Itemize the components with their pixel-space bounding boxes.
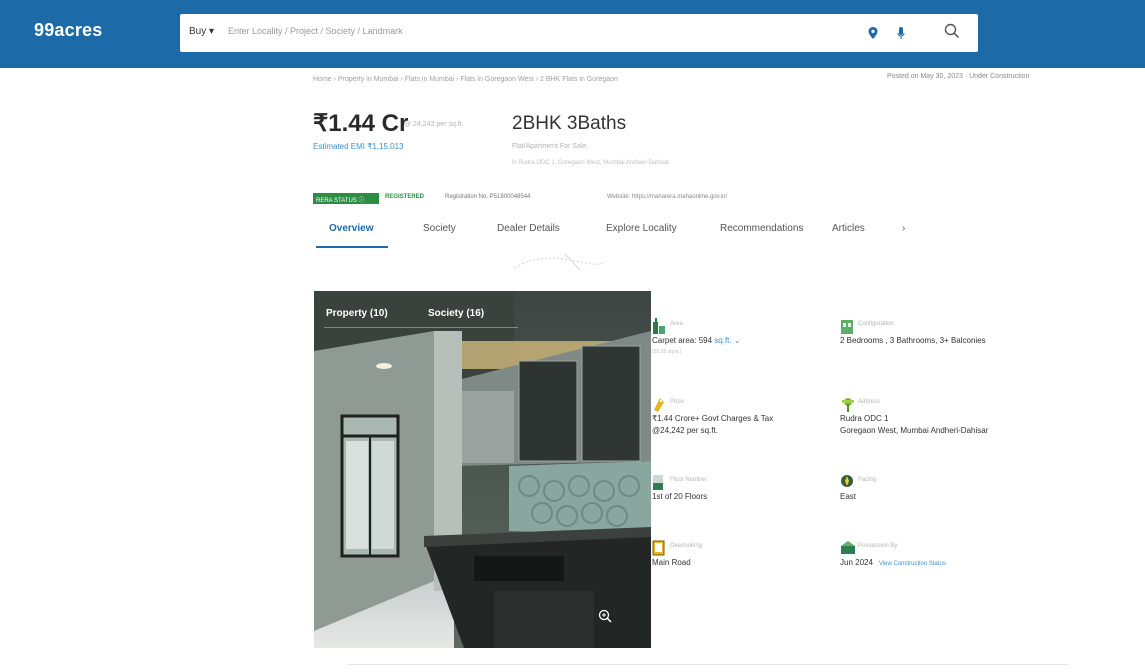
microphone-icon[interactable]: [897, 26, 905, 44]
info-icon: ⓘ: [358, 198, 365, 204]
gallery-tab-divider: [324, 327, 518, 328]
tab-overview[interactable]: Overview: [329, 223, 373, 234]
property-location-line: in Rudra ODC 1, Goregaon West, Mumbai An…: [512, 160, 670, 166]
search-bar[interactable]: Buy ▾ Enter Locality / Project / Society…: [180, 14, 978, 52]
area-unit-dropdown[interactable]: sq.ft. ⌄: [714, 336, 740, 345]
tab-dealer-details[interactable]: Dealer Details: [497, 223, 560, 234]
view-construction-status-link[interactable]: View Construction Status: [879, 561, 946, 567]
tab-society[interactable]: Society: [423, 223, 456, 234]
price-detail-per-sqft: @24,242 per sq.ft.: [652, 426, 718, 435]
address-label: Address: [858, 399, 881, 405]
chevron-right-icon[interactable]: ›: [902, 223, 905, 234]
rera-website[interactable]: Website: https://maharera.mahaonline.gov…: [607, 194, 727, 200]
property-details: Area Carpet area: 594 sq.ft. ⌄ (55.18 sq…: [652, 318, 1072, 578]
rera-status-badge[interactable]: RERA STATUS ⓘ: [313, 193, 379, 204]
rera-status-label: RERA STATUS: [316, 198, 357, 204]
tab-explore-locality[interactable]: Explore Locality: [606, 223, 677, 234]
area-value: Carpet area: 594 sq.ft. ⌄: [652, 336, 741, 345]
search-input[interactable]: Enter Locality / Project / Society / Lan…: [228, 26, 403, 36]
registration-number: Registration No. P51800048544: [445, 194, 531, 200]
posted-status: Posted on May 30, 2023 · Under Construct…: [887, 73, 1030, 80]
tab-articles[interactable]: Articles: [832, 223, 865, 234]
facing-icon: [840, 474, 854, 493]
price-value: ₹1.44 Cr: [313, 110, 409, 137]
area-unit-label: sq.ft.: [714, 336, 732, 345]
gallery-tab-property[interactable]: Property (10): [326, 308, 388, 319]
top-navigation-bar: 99acres Buy ▾ Enter Locality / Project /…: [0, 0, 1145, 68]
search-icon[interactable]: [944, 23, 960, 44]
floor-value: 1st of 20 Floors: [652, 492, 708, 501]
location-pin-icon[interactable]: [868, 26, 878, 44]
configuration-label: Configuration: [858, 321, 894, 327]
stamp-watermark: [514, 253, 606, 271]
area-label: Area: [670, 321, 683, 327]
registered-badge: REGISTERED: [385, 194, 425, 200]
estimated-emi-link[interactable]: Estimated EMI ₹1,15,013: [313, 142, 403, 151]
address-society: Rudra ODC 1: [840, 414, 889, 423]
overlooking-value: Main Road: [652, 558, 691, 567]
tab-recommendations[interactable]: Recommendations: [720, 223, 803, 234]
buy-dropdown-label: Buy: [189, 26, 207, 37]
facing-label: Facing: [858, 477, 877, 483]
possession-value: Jun 2024 View Construction Status: [840, 558, 946, 567]
price-detail-value: ₹1.44 Crore+ Govt Charges & Tax: [652, 414, 774, 423]
active-tab-indicator: [316, 246, 388, 248]
photo-gallery[interactable]: Property (10) Society (16): [314, 291, 651, 648]
facing-value: East: [840, 492, 857, 501]
area-sub-value: (55.18 sq.m.): [652, 349, 682, 355]
price-label: Price: [670, 399, 684, 405]
possession-date: Jun 2024: [840, 558, 873, 567]
configuration-value: 2 Bedrooms , 3 Bathrooms, 3+ Balconies: [840, 336, 986, 345]
section-divider: [348, 664, 1068, 665]
possession-icon: [840, 540, 856, 559]
breadcrumb[interactable]: Home › Property in Mumbai › Flats in Mum…: [313, 76, 618, 83]
buy-dropdown[interactable]: Buy ▾: [189, 26, 214, 37]
kitchen-photo: [314, 291, 651, 648]
address-locality: Goregaon West, Mumbai Andheri-Dahisar: [840, 426, 989, 435]
overlooking-label: Overlooking: [670, 543, 703, 549]
site-logo[interactable]: 99acres: [34, 20, 102, 41]
price-per-sqft: @ 24,242 per sq.ft.: [404, 121, 464, 128]
possession-label: Possession By: [858, 543, 898, 549]
floor-label: Floor Number: [670, 477, 707, 483]
gallery-tab-society[interactable]: Society (16): [428, 308, 484, 319]
property-subtitle: Flat/Apartment For Sale: [512, 143, 587, 150]
property-title: 2BHK 3Baths: [512, 113, 627, 134]
carpet-area-text: Carpet area: 594: [652, 336, 713, 345]
section-tabs: Overview Society Dealer Details Explore …: [313, 216, 913, 250]
price-heading: ₹1.44 Cr: [313, 109, 408, 138]
